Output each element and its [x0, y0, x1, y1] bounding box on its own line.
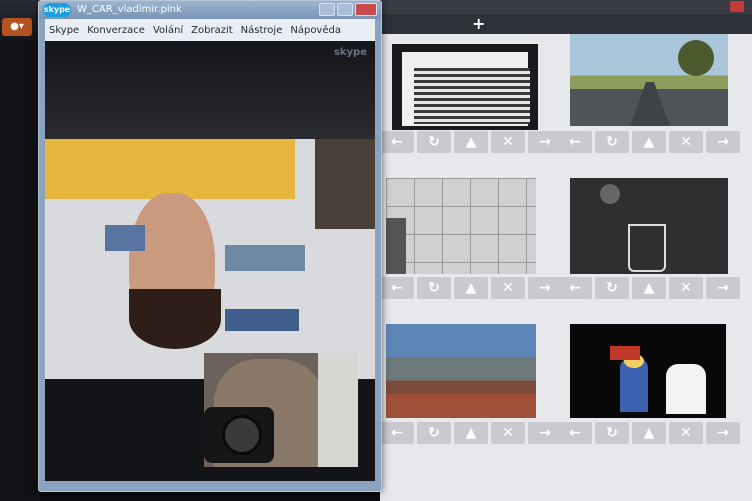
rotate-icon[interactable]: ↻ [417, 277, 451, 299]
close-icon[interactable]: ✕ [669, 277, 703, 299]
skype-watermark: skype [333, 47, 367, 58]
right-arrow-icon[interactable]: → [706, 422, 740, 444]
close-icon[interactable]: ✕ [491, 131, 525, 153]
left-arrow-icon[interactable]: ← [380, 422, 414, 444]
video-area[interactable]: skype [45, 41, 375, 481]
hair-shape [129, 289, 221, 349]
controls-row-3b: ← ↻ ▲ ✕ → [558, 422, 740, 444]
shirt-shape [45, 139, 295, 199]
remote-video [45, 139, 375, 379]
menu-item-4[interactable]: Nástroje [241, 25, 283, 36]
left-arrow-icon[interactable]: ← [558, 131, 592, 153]
menu-item-5[interactable]: Nápověda [290, 25, 341, 36]
close-icon[interactable]: ✕ [491, 422, 525, 444]
rotate-icon[interactable]: ↻ [595, 277, 629, 299]
close-icon[interactable]: ✕ [669, 422, 703, 444]
left-app-button[interactable]: ●▾ [2, 18, 32, 36]
menu-item-2[interactable]: Volání [153, 25, 183, 36]
gallery-tab-strip [380, 14, 752, 34]
controls-row-2a: ← ↻ ▲ ✕ → [380, 277, 562, 299]
video-top-dark [45, 41, 375, 139]
controls-row-1b: ← ↻ ▲ ✕ → [558, 131, 740, 153]
menu-item-0[interactable]: Skype [49, 25, 79, 36]
thumb-cartoon[interactable] [570, 324, 726, 418]
right-arrow-icon[interactable]: → [528, 277, 562, 299]
right-arrow-icon[interactable]: → [706, 131, 740, 153]
desktop-left-edge [0, 40, 40, 501]
camera-lens [222, 415, 262, 455]
close-icon[interactable]: ✕ [669, 131, 703, 153]
skype-logo: skype [43, 3, 71, 17]
left-arrow-icon[interactable]: ← [558, 422, 592, 444]
close-icon[interactable]: ✕ [491, 277, 525, 299]
left-arrow-icon[interactable]: ← [380, 131, 414, 153]
right-arrow-icon[interactable]: → [706, 277, 740, 299]
shelf-shape [315, 139, 375, 229]
skype-titlebar[interactable]: skype W_CAR_vladimir.pink [39, 1, 381, 19]
menu-item-1[interactable]: Konverzace [87, 25, 145, 36]
up-arrow-icon[interactable]: ▲ [454, 277, 488, 299]
close-button[interactable] [355, 3, 377, 16]
thumb-glass[interactable] [570, 178, 728, 274]
menu-item-3[interactable]: Zobrazit [191, 25, 233, 36]
up-arrow-icon[interactable]: ▲ [454, 131, 488, 153]
wall-photo-1 [105, 225, 145, 251]
thumb-road[interactable] [570, 34, 728, 126]
wall-photo-2 [225, 245, 305, 271]
up-arrow-icon[interactable]: ▲ [454, 422, 488, 444]
rotate-icon[interactable]: ↻ [595, 131, 629, 153]
minimize-button[interactable] [319, 3, 335, 16]
controls-row-2b: ← ↻ ▲ ✕ → [558, 277, 740, 299]
up-arrow-icon[interactable]: ▲ [632, 131, 666, 153]
wall-photo-3 [225, 309, 299, 331]
gallery-close-button[interactable] [730, 1, 744, 12]
thumb-town[interactable] [386, 324, 536, 418]
maximize-button[interactable] [337, 3, 353, 16]
window-controls [319, 3, 377, 16]
right-arrow-icon[interactable]: → [528, 131, 562, 153]
up-arrow-icon[interactable]: ▲ [632, 422, 666, 444]
rotate-icon[interactable]: ↻ [417, 422, 451, 444]
thumb-tiles[interactable] [386, 178, 536, 274]
thumb-vent[interactable] [392, 44, 538, 130]
self-preview[interactable] [204, 353, 358, 467]
left-arrow-icon[interactable]: ← [558, 277, 592, 299]
new-tab-button[interactable]: + [472, 14, 485, 33]
right-arrow-icon[interactable]: → [528, 422, 562, 444]
up-arrow-icon[interactable]: ▲ [632, 277, 666, 299]
window-title: W_CAR_vladimir.pink [77, 4, 182, 15]
controls-row-3a: ← ↻ ▲ ✕ → [380, 422, 562, 444]
menu-bar: Skype Konverzace Volání Zobrazit Nástroje Náp… [45, 19, 375, 41]
gallery-titlebar [380, 0, 752, 14]
controls-row-1a: ← ↻ ▲ ✕ → [380, 131, 562, 153]
rotate-icon[interactable]: ↻ [417, 131, 451, 153]
skype-window: skype W_CAR_vladimir.pink Skype Konverzac… [38, 0, 382, 492]
rotate-icon[interactable]: ↻ [595, 422, 629, 444]
left-arrow-icon[interactable]: ← [380, 277, 414, 299]
self-bg-wall [318, 353, 358, 467]
